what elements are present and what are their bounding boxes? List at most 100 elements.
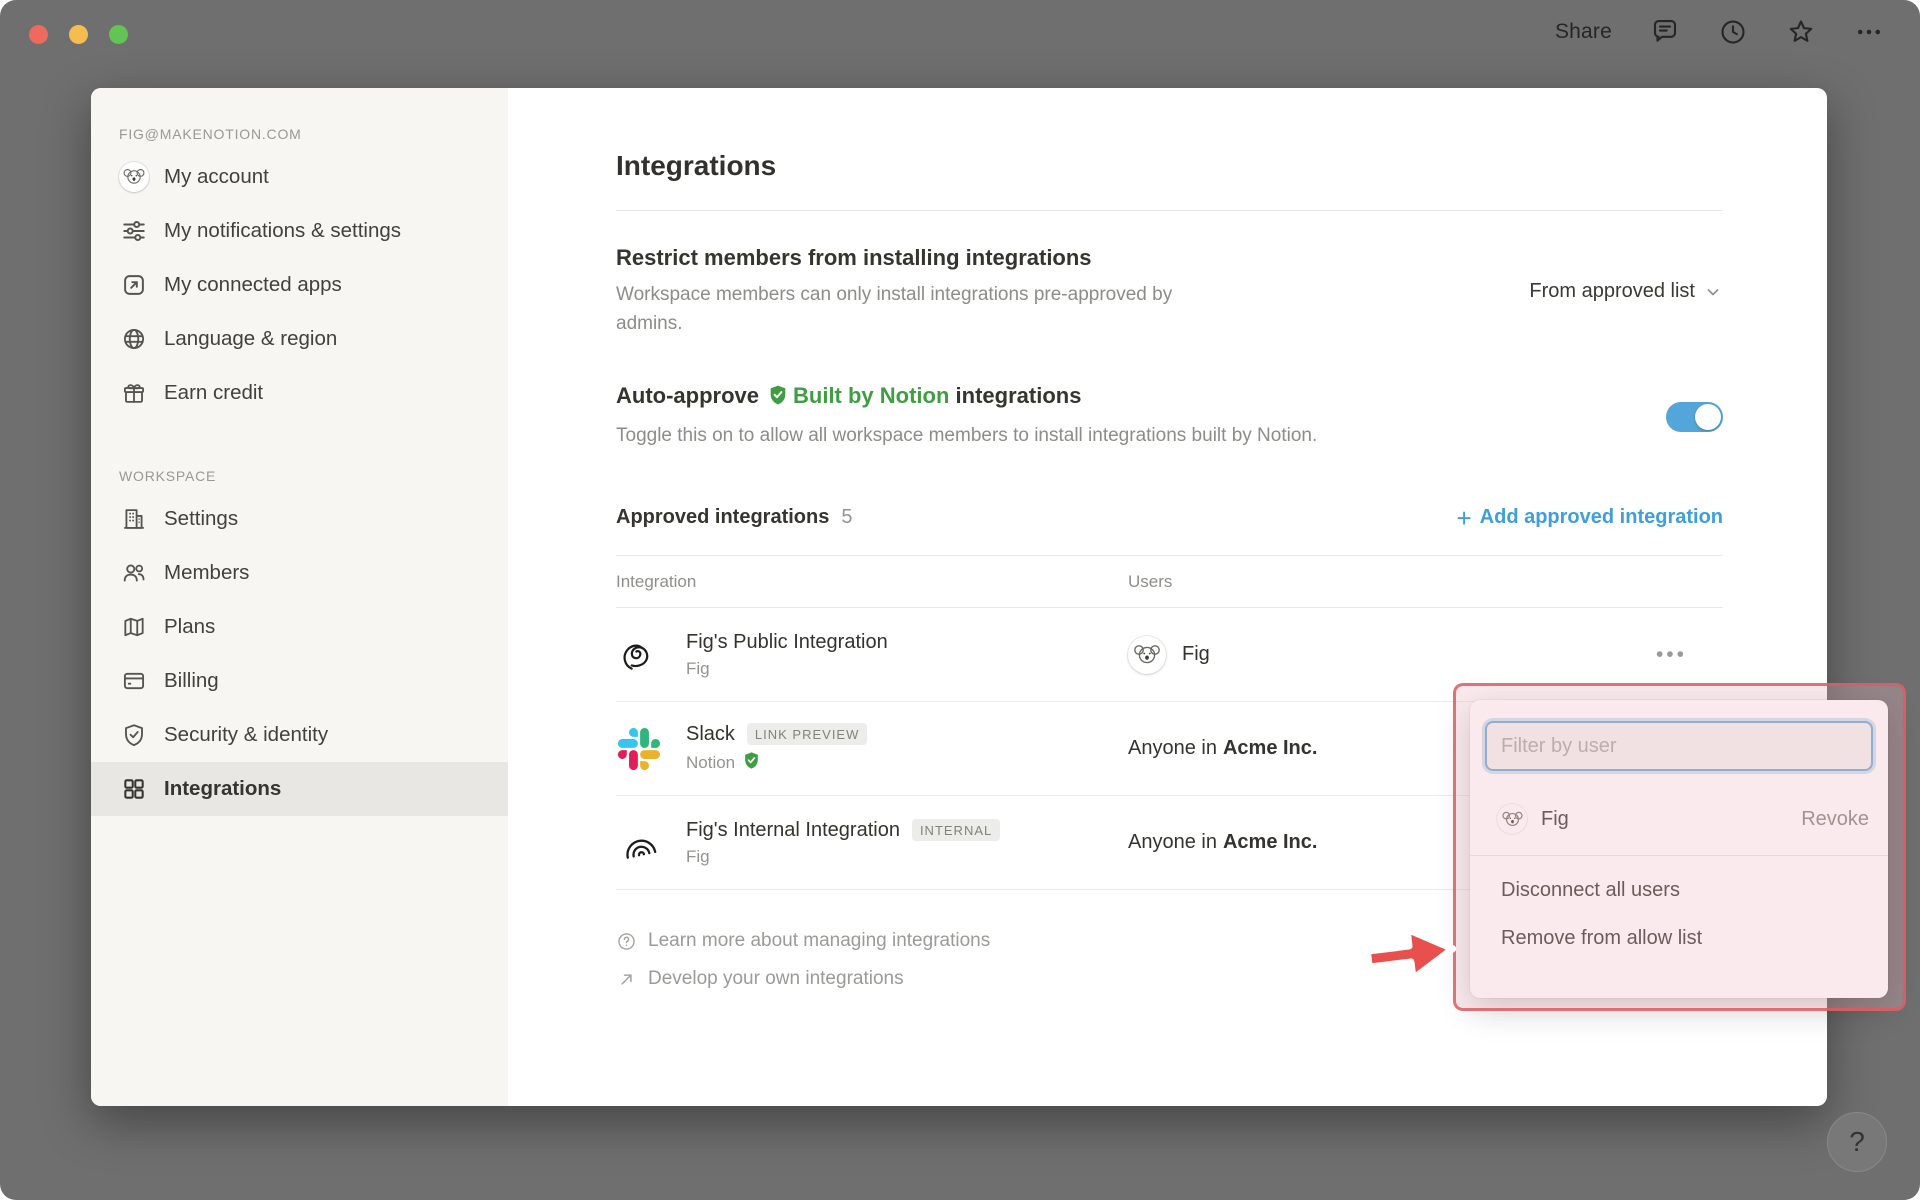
sidebar-item-label: My connected apps bbox=[164, 273, 342, 296]
divider bbox=[1470, 855, 1888, 856]
settings-sidebar: FIG@MAKENOTION.COM My account My notific… bbox=[91, 88, 508, 1106]
auto-approve-toggle[interactable] bbox=[1666, 401, 1723, 432]
sidebar-item-connected-apps[interactable]: My connected apps bbox=[91, 258, 508, 312]
traffic-lights bbox=[29, 24, 128, 44]
sidebar-item-label: My account bbox=[164, 165, 269, 188]
popup-user-name: Fig bbox=[1541, 807, 1569, 830]
koala-avatar bbox=[1128, 635, 1166, 674]
integration-name: Fig's Public Integration bbox=[686, 630, 888, 653]
menu-item-remove-from-allow-list[interactable]: Remove from allow list bbox=[1485, 914, 1873, 962]
sidebar-item-earn-credit[interactable]: Earn credit bbox=[91, 366, 508, 420]
arches-logo-icon bbox=[616, 821, 662, 865]
built-by-notion-label: Built by Notion bbox=[793, 382, 950, 408]
users-cell: Anyone in Acme Inc. bbox=[1128, 737, 1318, 760]
zoom-window-icon[interactable] bbox=[109, 24, 128, 44]
table-row: Fig's Public Integration Fig Fig ••• bbox=[616, 608, 1723, 703]
building-icon bbox=[119, 506, 149, 532]
auto-approve-section: Auto-approve Built by Notion integrations… bbox=[616, 383, 1723, 450]
user-chip: Fig bbox=[1128, 635, 1210, 674]
internal-badge: INTERNAL bbox=[911, 819, 1001, 842]
help-button[interactable]: ? bbox=[1827, 1112, 1887, 1172]
updates-history-icon[interactable] bbox=[1718, 17, 1748, 47]
integration-owner: Notion bbox=[686, 751, 867, 775]
restrict-mode-dropdown[interactable]: From approved list bbox=[1529, 280, 1723, 303]
sidebar-item-label: Earn credit bbox=[164, 381, 264, 404]
share-button[interactable]: Share bbox=[1555, 20, 1612, 44]
integration-users-popup: Fig Revoke Disconnect all users Remove f… bbox=[1470, 700, 1888, 998]
plus-icon: + bbox=[1456, 502, 1472, 533]
approved-integrations-header: Approved integrations 5 + Add approved i… bbox=[616, 502, 1723, 533]
sidebar-item-label: Members bbox=[164, 561, 250, 584]
restrict-mode-value: From approved list bbox=[1529, 280, 1695, 303]
restrict-members-description: Workspace members can only install integ… bbox=[616, 284, 1173, 335]
credit-card-icon bbox=[119, 668, 149, 694]
fig-scribble-logo-icon bbox=[616, 632, 662, 678]
notion-window: Share FIG@MAKENOTION.COM My account My n… bbox=[0, 0, 1920, 1200]
auto-approve-heading: Auto-approve Built by Notion integrations bbox=[616, 383, 1317, 412]
approved-integrations-heading: Approved integrations bbox=[616, 506, 830, 529]
sidebar-item-label: Integrations bbox=[164, 777, 282, 800]
add-approved-integration-button[interactable]: + Add approved integration bbox=[1456, 502, 1723, 533]
column-header-integration: Integration bbox=[616, 571, 697, 591]
close-window-icon[interactable] bbox=[29, 24, 48, 44]
workspace-section-header: WORKSPACE bbox=[119, 468, 217, 484]
sidebar-item-language-region[interactable]: Language & region bbox=[91, 312, 508, 366]
sidebar-item-settings[interactable]: Settings bbox=[91, 492, 508, 546]
integration-owner: Fig bbox=[686, 846, 710, 866]
more-options-icon[interactable] bbox=[1854, 17, 1884, 47]
sidebar-item-label: My notifications & settings bbox=[164, 219, 401, 242]
link-preview-badge: LINK PREVIEW bbox=[746, 723, 868, 746]
comments-icon[interactable] bbox=[1650, 17, 1680, 47]
sidebar-item-notifications-settings[interactable]: My notifications & settings bbox=[91, 204, 508, 258]
learn-more-label: Learn more about managing integrations bbox=[648, 930, 991, 952]
verified-shield-icon bbox=[742, 751, 761, 775]
users-cell: Anyone in Acme Inc. bbox=[1128, 831, 1318, 854]
auto-approve-description: Toggle this on to allow all workspace me… bbox=[616, 424, 1318, 446]
popup-user-row[interactable]: Fig Revoke bbox=[1497, 791, 1869, 847]
page-title: Integrations bbox=[616, 150, 777, 181]
map-icon bbox=[119, 614, 149, 640]
sidebar-item-label: Security & identity bbox=[164, 723, 329, 746]
gift-icon bbox=[119, 380, 149, 406]
toggle-knob bbox=[1695, 403, 1721, 430]
row-more-menu-icon[interactable]: ••• bbox=[1656, 644, 1687, 665]
sidebar-item-label: Billing bbox=[164, 669, 219, 692]
table-header-row: Integration Users bbox=[616, 555, 1723, 609]
user-name: Fig bbox=[1182, 643, 1210, 666]
filter-by-user-input[interactable] bbox=[1485, 721, 1873, 771]
grid-icon bbox=[119, 776, 149, 802]
column-header-users: Users bbox=[1128, 571, 1173, 591]
sidebar-item-label: Language & region bbox=[164, 327, 338, 350]
minimize-window-icon[interactable] bbox=[69, 24, 88, 44]
sidebar-item-members[interactable]: Members bbox=[91, 546, 508, 600]
koala-avatar bbox=[1497, 804, 1527, 834]
user-avatar-icon bbox=[119, 162, 149, 192]
sidebar-item-my-account[interactable]: My account bbox=[91, 150, 508, 204]
integration-name: Slack LINK PREVIEW bbox=[686, 723, 868, 746]
verified-shield-icon bbox=[767, 384, 789, 412]
people-icon bbox=[119, 560, 149, 586]
favorite-star-icon[interactable] bbox=[1786, 17, 1816, 47]
sidebar-item-billing[interactable]: Billing bbox=[91, 654, 508, 708]
divider bbox=[616, 210, 1723, 211]
account-email-header: FIG@MAKENOTION.COM bbox=[119, 126, 302, 142]
sidebar-item-plans[interactable]: Plans bbox=[91, 600, 508, 654]
window-topbar: Share bbox=[0, 0, 1920, 64]
sidebar-item-label: Settings bbox=[164, 507, 239, 530]
add-approved-integration-label: Add approved integration bbox=[1479, 506, 1723, 529]
integration-owner: Fig bbox=[686, 658, 710, 678]
question-circle-icon bbox=[618, 933, 635, 950]
sidebar-item-security-identity[interactable]: Security & identity bbox=[91, 708, 508, 762]
sidebar-item-label: Plans bbox=[164, 615, 216, 638]
approved-integrations-count: 5 bbox=[841, 506, 853, 529]
chevron-down-icon bbox=[1707, 289, 1719, 296]
sliders-icon bbox=[119, 218, 149, 244]
arrow-ne-icon bbox=[621, 974, 632, 985]
menu-item-disconnect-all-users[interactable]: Disconnect all users bbox=[1485, 866, 1873, 914]
restrict-members-heading: Restrict members from installing integra… bbox=[616, 245, 1092, 270]
revoke-button[interactable]: Revoke bbox=[1801, 808, 1869, 831]
restrict-members-section: Restrict members from installing integra… bbox=[616, 245, 1723, 339]
shield-check-icon bbox=[119, 722, 149, 748]
globe-icon bbox=[119, 326, 149, 352]
sidebar-item-integrations[interactable]: Integrations bbox=[91, 762, 508, 816]
